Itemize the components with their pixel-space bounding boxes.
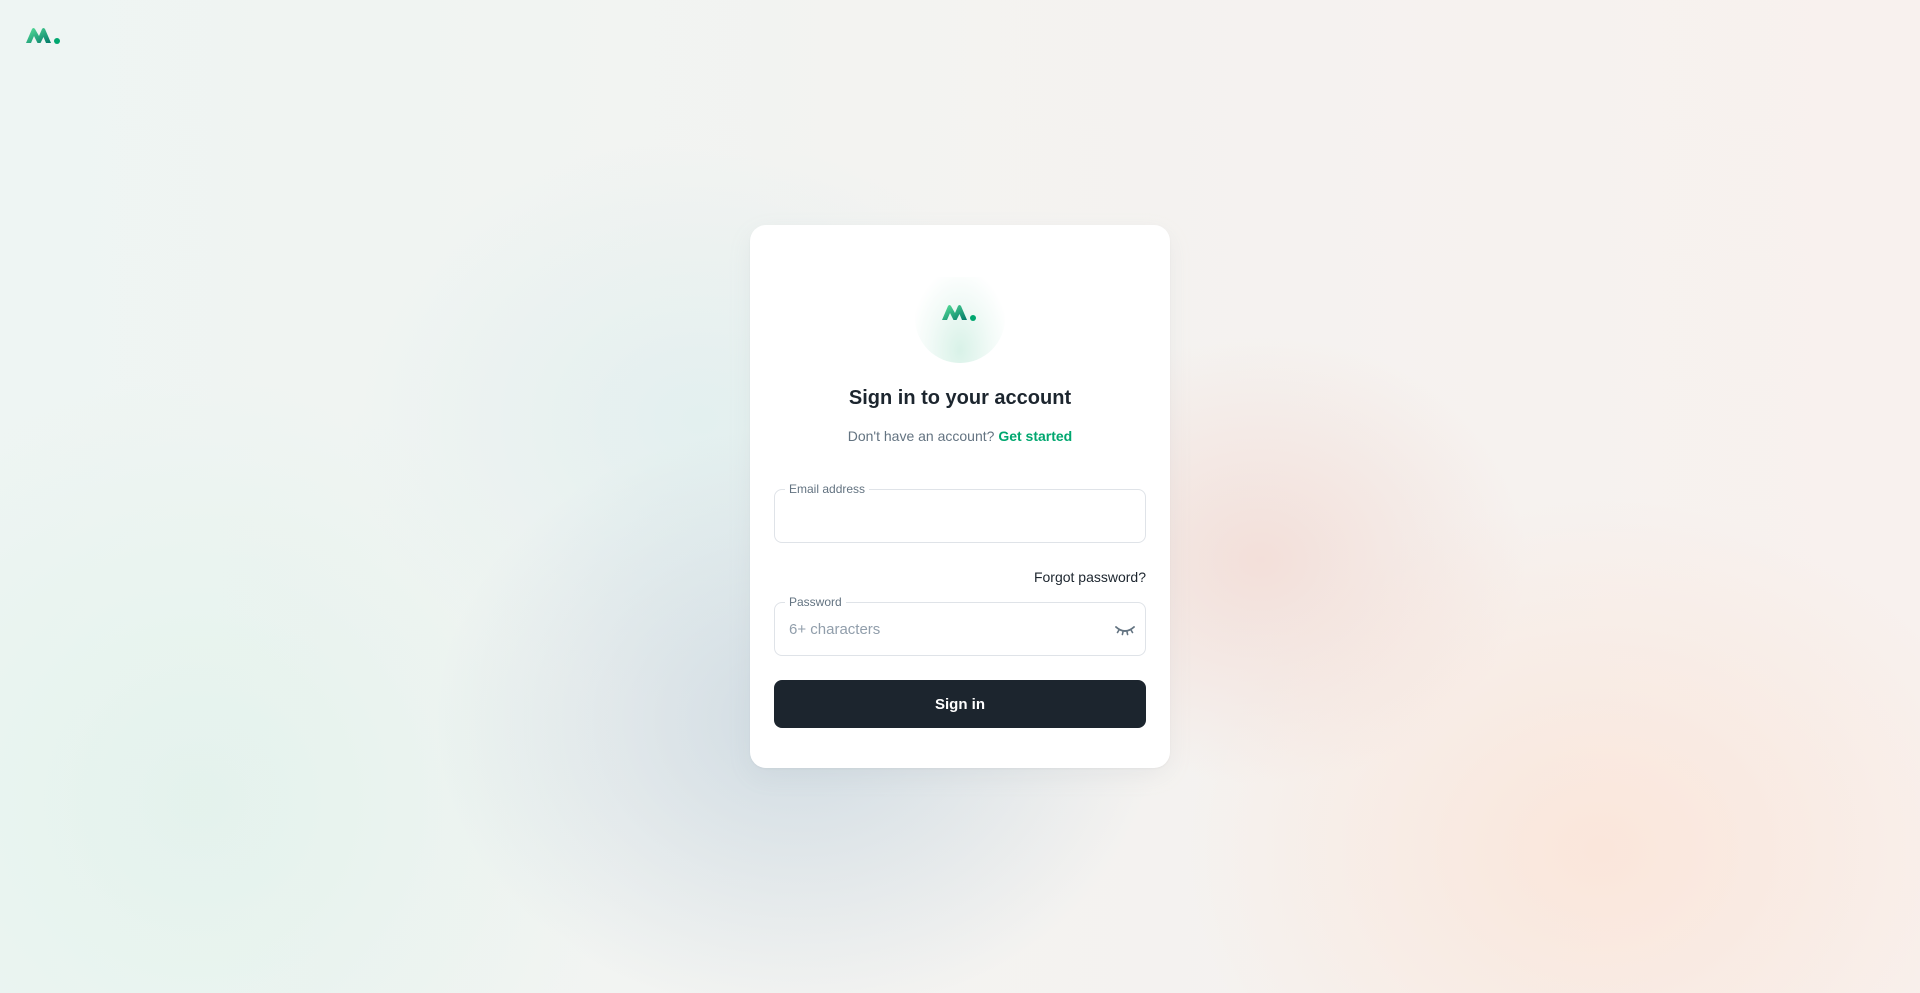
brand-logo-icon[interactable] — [24, 24, 64, 48]
eye-closed-icon[interactable] — [1113, 617, 1137, 641]
page-title: Sign in to your account — [848, 387, 1072, 409]
signup-prompt-text: Don't have an account? — [847, 428, 995, 444]
password-field[interactable]: Password — [774, 595, 1146, 656]
email-field[interactable]: Email address — [774, 482, 1146, 543]
card-logo-container — [910, 277, 1010, 363]
signin-card: Sign in to your account Don't have an ac… — [750, 225, 1170, 768]
signup-prompt: Don't have an account? Get started — [750, 428, 1170, 444]
email-input[interactable] — [789, 490, 1109, 542]
forgot-password-link[interactable]: Forgot password? — [1034, 569, 1146, 585]
brand-logo-icon — [942, 305, 976, 321]
sign-in-button[interactable]: Sign in — [774, 680, 1146, 728]
get-started-link[interactable]: Get started — [998, 428, 1072, 444]
password-input[interactable] — [789, 603, 1109, 655]
